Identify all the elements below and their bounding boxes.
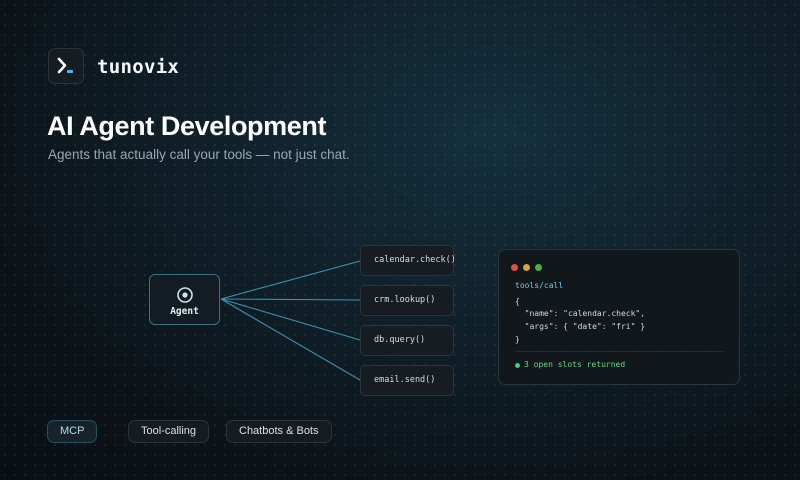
- page-title: AI Agent Development: [47, 111, 327, 141]
- connector-line: [220, 260, 361, 300]
- agent-node: Agent: [149, 274, 220, 325]
- tool-node-db: db.query(): [360, 325, 454, 356]
- window-dot-yellow: [523, 264, 530, 271]
- window-dot-green: [535, 264, 542, 271]
- page-subtitle: Agents that actually call your tools — n…: [48, 147, 350, 162]
- code-panel: tools/call { "name": "calendar.check", "…: [498, 249, 740, 385]
- terminal-prompt-icon: [57, 57, 73, 74]
- tag-tool-calling[interactable]: Tool-calling: [128, 420, 210, 443]
- code-status: 3 open slots returned: [524, 360, 626, 369]
- tag-mcp[interactable]: MCP: [47, 420, 98, 443]
- code-divider: [515, 351, 725, 352]
- connector-line: [220, 298, 361, 341]
- status-dot-icon: [515, 363, 520, 368]
- brand-name: tunovix: [97, 56, 180, 78]
- tool-node-calendar: calendar.check(): [360, 245, 456, 276]
- logo-badge: [48, 48, 84, 84]
- target-icon: [177, 287, 193, 303]
- connector-line: [220, 298, 361, 381]
- code-line: "name": "calendar.check",: [515, 309, 646, 318]
- tool-node-crm: crm.lookup(): [360, 285, 454, 316]
- code-line: }: [515, 335, 520, 344]
- tool-node-email: email.send(): [360, 365, 454, 396]
- connector-line: [220, 298, 361, 301]
- tag-chatbots-bots[interactable]: Chatbots & Bots: [226, 420, 332, 443]
- window-dot-red: [511, 264, 518, 271]
- agent-label: Agent: [170, 306, 199, 317]
- code-endpoint: tools/call: [515, 281, 564, 290]
- code-line: {: [515, 297, 520, 306]
- code-line: "args": { "date": "fri" }: [515, 322, 646, 331]
